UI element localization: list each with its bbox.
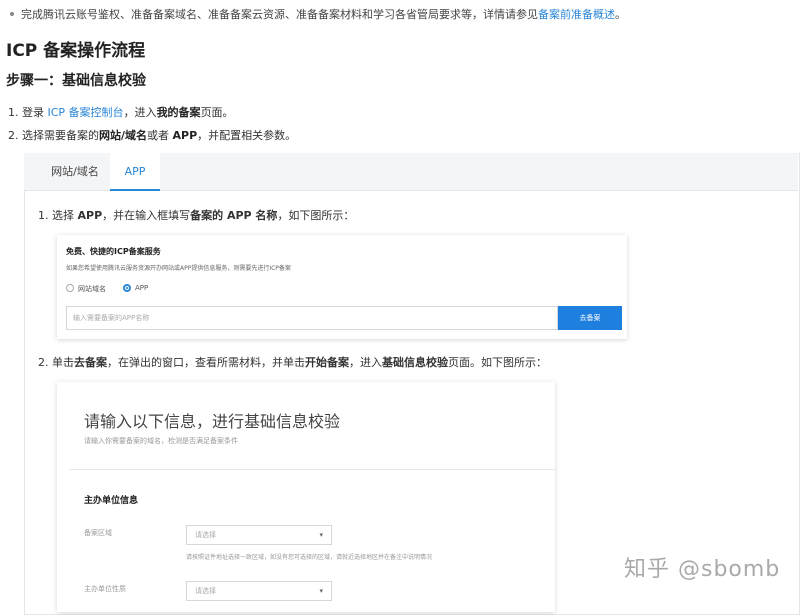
basic-info-subtitle: 请输入你需要备案的域名，检测是否满足备案条件 (84, 437, 238, 445)
step-2: 2. 选择需要备案的网站/域名或者 APP，并配置相关参数。 (8, 127, 296, 143)
step-number: 2. (8, 129, 19, 142)
filing-region-label: 备案区域 (84, 529, 112, 537)
watermark: 知乎 @sbomb (624, 557, 781, 582)
chevron-down-icon: ▾ (319, 531, 323, 539)
region-hint: 请按照证件地址选择一致区域，如没有您可选择的区域，请就近选择地区并在备注中说明情… (186, 554, 433, 561)
step-text: 选择需要备案的 (22, 129, 99, 142)
intro-line: 完成腾讯云账号鉴权、准备备案域名、准备备案云资源、准备备案材料和学习各省管局要求… (6, 6, 626, 22)
step-number: 1. (8, 106, 19, 119)
sponsor-nature-label: 主办单位性质 (84, 585, 126, 593)
filing-region-select[interactable]: 请选择 ▾ (186, 525, 332, 545)
step-text: ，并配置相关参数。 (197, 129, 297, 142)
site-domain-label: 网站/域名 (99, 129, 148, 142)
section-title: 主办单位信息 (84, 496, 139, 506)
app-name-label: 备案的 APP 名称 (190, 209, 278, 222)
radio-site-domain[interactable] (66, 284, 74, 292)
substep-text: 页面。如下图所示： (448, 356, 547, 369)
substep-2: 2. 单击去备案，在弹出的窗口，查看所需材料，并单击开始备案，进入基础信息校验页… (38, 354, 547, 370)
radio-app-label: APP (135, 284, 149, 292)
intro-text: 完成腾讯云账号鉴权、准备备案域名、准备备案云资源、准备备案材料和学习各省管局要求… (21, 8, 538, 21)
app-label: APP (77, 209, 103, 222)
substep-number: 2. (38, 356, 49, 369)
basic-check-label: 基础信息校验 (382, 356, 448, 369)
select-value: 请选择 (195, 587, 216, 595)
app-label: APP (172, 129, 198, 142)
bullet-icon (10, 12, 14, 16)
step-text: 或者 (147, 129, 170, 142)
select-value: 请选择 (195, 531, 216, 539)
page-heading: ICP 备案操作流程 (6, 41, 146, 61)
tab-app[interactable]: APP (110, 153, 160, 191)
substep-text: 单击 (52, 356, 74, 369)
radio-site-domain-label: 网站域名 (78, 285, 106, 293)
my-filing-label: 我的备案 (156, 106, 201, 119)
divider (69, 469, 555, 470)
card-description: 如果您希望使用腾讯云服务资源开办网站或APP提供信息服务，则需要先进行ICP备案 (66, 265, 291, 272)
step-text: 登录 (22, 106, 44, 119)
sponsor-nature-select[interactable]: 请选择 ▾ (186, 581, 332, 601)
substep-text: ，并在输入框填写 (102, 209, 191, 222)
intro-end: 。 (615, 8, 626, 21)
icp-console-link[interactable]: ICP 备案控制台 (48, 106, 124, 119)
radio-app[interactable] (123, 284, 131, 292)
app-name-input[interactable]: 输入需要备案的APP名称 (66, 306, 558, 330)
chevron-down-icon: ▾ (319, 587, 323, 595)
substep-text: ，进入 (349, 356, 382, 369)
tab-site-domain[interactable]: 网站/域名 (40, 153, 110, 190)
go-filing-button[interactable]: 去备案 (558, 306, 622, 330)
step-text: 页面。 (200, 106, 234, 119)
substep-number: 1. (38, 209, 49, 222)
step-heading: 步骤一：基础信息校验 (6, 73, 146, 89)
substep-text: ，在弹出的窗口，查看所需材料，并单击 (107, 356, 305, 369)
basic-info-title: 请输入以下信息，进行基础信息校验 (84, 412, 341, 431)
step-text: ，进入 (123, 106, 157, 119)
start-filing-label: 开始备案 (305, 356, 349, 369)
step-1: 1. 登录 ICP 备案控制台，进入我的备案页面。 (8, 104, 234, 120)
substep-1: 1. 选择 APP，并在输入框填写备案的 APP 名称，如下图所示： (38, 207, 354, 223)
substep-text: ，如下图所示： (277, 209, 355, 222)
go-filing-label: 去备案 (74, 356, 107, 369)
card-title: 免费、快捷的ICP备案服务 (66, 247, 161, 256)
substep-text: 选择 (52, 209, 74, 222)
prep-overview-link[interactable]: 备案前准备概述 (538, 8, 615, 21)
